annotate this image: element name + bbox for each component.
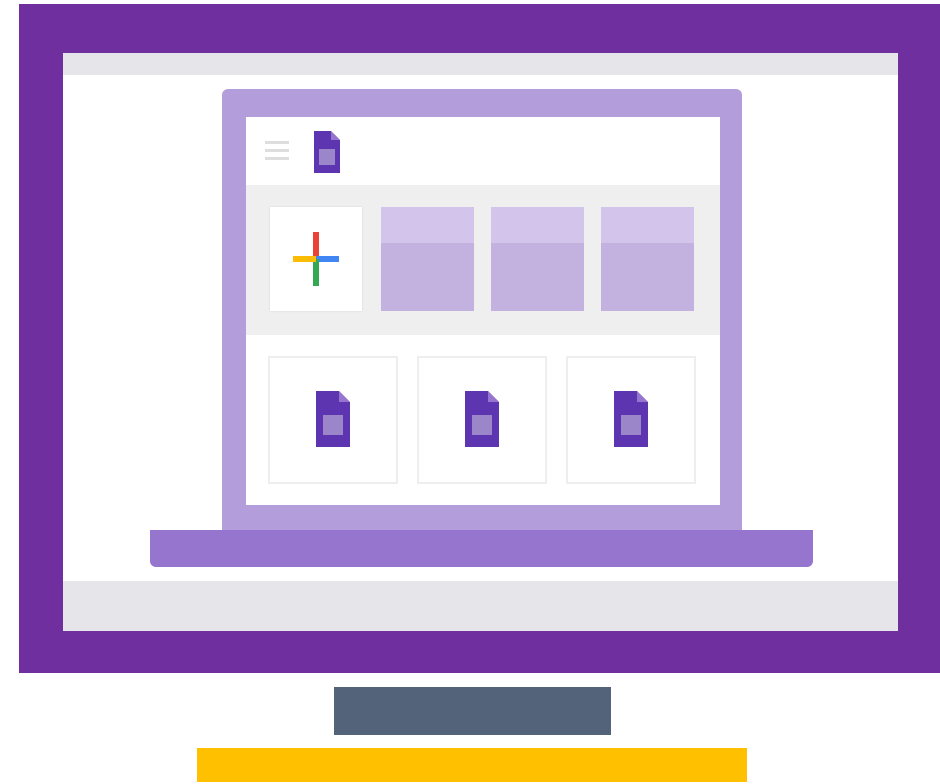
accent-bar (197, 748, 747, 782)
monitor-stand-bar (334, 687, 611, 735)
template-tile[interactable] (491, 207, 584, 311)
template-tile[interactable] (381, 207, 474, 311)
document-icon (465, 391, 499, 452)
screen-top-bar (63, 53, 898, 75)
document-card[interactable] (268, 356, 398, 484)
illustration-stage (0, 0, 940, 784)
plus-icon (293, 232, 339, 291)
new-document-tile[interactable] (270, 207, 362, 311)
document-card[interactable] (417, 356, 547, 484)
laptop-screen (246, 117, 720, 505)
hamburger-menu-icon[interactable] (265, 141, 289, 161)
screen-bottom-bar (63, 581, 898, 631)
template-gallery (246, 185, 720, 335)
document-icon (614, 391, 648, 452)
laptop-base (150, 530, 813, 567)
recent-documents (246, 335, 720, 505)
document-card[interactable] (566, 356, 696, 484)
laptop-lid (222, 89, 742, 532)
docs-file-icon (314, 131, 340, 178)
template-tile[interactable] (601, 207, 694, 311)
document-icon (316, 391, 350, 452)
app-header (246, 117, 720, 185)
